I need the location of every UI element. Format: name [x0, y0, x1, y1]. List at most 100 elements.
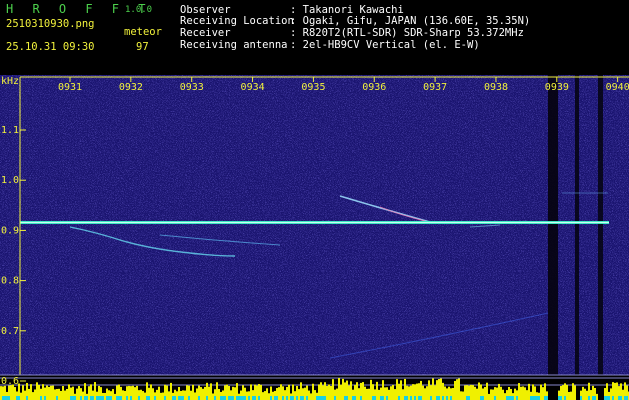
- header-panel: H R O F F T 1.0.0 2510310930.png meteor …: [0, 0, 629, 75]
- activity-bar-base: [414, 396, 416, 400]
- datetime: 25.10.31 09:30: [6, 41, 95, 53]
- activity-bar: [48, 386, 50, 400]
- activity-bar-base: [406, 396, 408, 400]
- activity-bar: [502, 389, 504, 400]
- activity-bar: [268, 393, 270, 400]
- activity-bar-base: [84, 396, 86, 400]
- activity-bar: [528, 383, 530, 400]
- activity-bar: [24, 390, 26, 400]
- app-version: 1.0.0: [125, 5, 153, 15]
- activity-bar: [54, 389, 56, 400]
- activity-bar-base: [446, 396, 448, 400]
- activity-bar: [590, 390, 592, 400]
- activity-bar-base: [178, 396, 180, 400]
- activity-bar-base: [174, 396, 176, 400]
- activity-bar: [368, 388, 370, 400]
- activity-bar: [518, 383, 520, 400]
- activity-bar: [366, 388, 368, 400]
- activity-bar: [200, 387, 202, 400]
- activity-bar-base: [242, 396, 244, 400]
- activity-bar: [152, 388, 154, 400]
- activity-bar: [476, 388, 478, 400]
- activity-bar: [314, 390, 316, 400]
- activity-bar: [60, 390, 62, 400]
- info-value-receiver: : R820T2(RTL-SDR) SDR-Sharp 53.372MHz: [290, 27, 524, 39]
- activity-bar: [394, 389, 396, 400]
- activity-bar-base: [40, 396, 42, 400]
- activity-bar: [362, 382, 364, 400]
- activity-bar-base: [236, 396, 238, 400]
- activity-bar: [196, 388, 198, 400]
- activity-bar: [348, 385, 350, 400]
- activity-bar: [440, 378, 442, 400]
- time-tick-label: 0936: [362, 82, 386, 93]
- activity-bar-base: [90, 396, 92, 400]
- activity-bar: [572, 383, 574, 400]
- time-tick-label: 0935: [301, 82, 325, 93]
- activity-bar: [504, 393, 506, 400]
- activity-bar: [610, 388, 612, 400]
- activity-bar: [426, 386, 428, 400]
- activity-bar: [186, 385, 188, 400]
- activity-bar-base: [534, 396, 536, 400]
- activity-bar: [14, 387, 16, 400]
- activity-bar-base: [398, 396, 400, 400]
- activity-bar-base: [608, 396, 610, 400]
- freq-tick-label: 0.8: [1, 276, 19, 287]
- activity-bar-base: [292, 396, 294, 400]
- activity-bar: [514, 388, 516, 400]
- activity-bar: [194, 392, 196, 400]
- activity-bar: [540, 384, 542, 400]
- activity-bar: [124, 390, 126, 400]
- activity-bar-base: [536, 396, 538, 400]
- activity-bar-base: [290, 396, 292, 400]
- activity-bar: [574, 385, 576, 400]
- activity-bar: [190, 390, 192, 400]
- activity-bar: [444, 386, 446, 400]
- activity-bar: [58, 388, 60, 400]
- activity-bar: [246, 391, 248, 400]
- activity-bar-base: [98, 396, 100, 400]
- activity-bar: [616, 382, 618, 400]
- freq-tick-label: 0.9: [1, 225, 19, 236]
- activity-bar: [36, 382, 38, 400]
- activity-bar: [330, 385, 332, 400]
- freq-tick-label: 0.6: [1, 376, 19, 387]
- activity-bar: [160, 392, 162, 400]
- activity-bar-base: [252, 396, 254, 400]
- activity-bar: [614, 382, 616, 400]
- activity-bar: [570, 391, 572, 400]
- activity-bar: [452, 387, 454, 400]
- activity-bar: [202, 388, 204, 400]
- activity-bar: [30, 384, 32, 400]
- activity-bar: [520, 386, 522, 400]
- activity-bar-base: [110, 396, 112, 400]
- activity-bar-base: [222, 396, 224, 400]
- activity-bar-base: [404, 396, 406, 400]
- activity-bar-base: [258, 396, 260, 400]
- activity-bar: [340, 384, 342, 400]
- activity-bar-base: [546, 396, 548, 400]
- activity-bar-base: [564, 396, 566, 400]
- activity-bar: [128, 385, 130, 400]
- activity-bar-base: [374, 396, 376, 400]
- activity-bar: [66, 388, 68, 400]
- activity-bar-base: [538, 396, 540, 400]
- activity-bar-base: [270, 396, 272, 400]
- activity-bar-base: [544, 396, 546, 400]
- activity-bar-base: [6, 396, 8, 400]
- activity-bar: [278, 387, 280, 400]
- activity-bar-base: [494, 396, 496, 400]
- activity-bar-base: [44, 396, 46, 400]
- activity-bar: [460, 391, 462, 400]
- meteor-label: meteor: [124, 26, 162, 38]
- activity-bar: [262, 392, 264, 400]
- activity-bar-base: [316, 396, 318, 400]
- activity-bar-base: [306, 396, 308, 400]
- activity-bar: [68, 384, 70, 400]
- activity-bar: [78, 386, 80, 400]
- activity-bar-base: [300, 396, 302, 400]
- activity-bar-base: [618, 396, 620, 400]
- activity-bar-base: [386, 396, 388, 400]
- activity-bar-base: [372, 396, 374, 400]
